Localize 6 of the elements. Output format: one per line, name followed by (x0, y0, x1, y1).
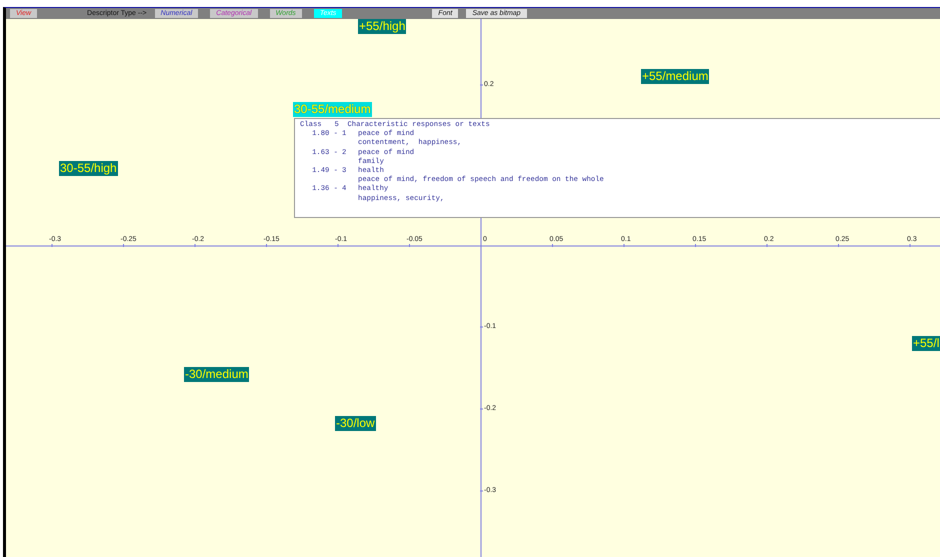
class-label[interactable]: +55/l (912, 336, 940, 351)
class-label[interactable]: -30/low (335, 416, 376, 431)
class-label[interactable]: 30-55/high (59, 161, 118, 176)
class-label[interactable]: -30/medium (184, 367, 250, 382)
class-label[interactable]: +55/medium (641, 69, 710, 84)
class-label[interactable]: +55/high (358, 19, 406, 34)
